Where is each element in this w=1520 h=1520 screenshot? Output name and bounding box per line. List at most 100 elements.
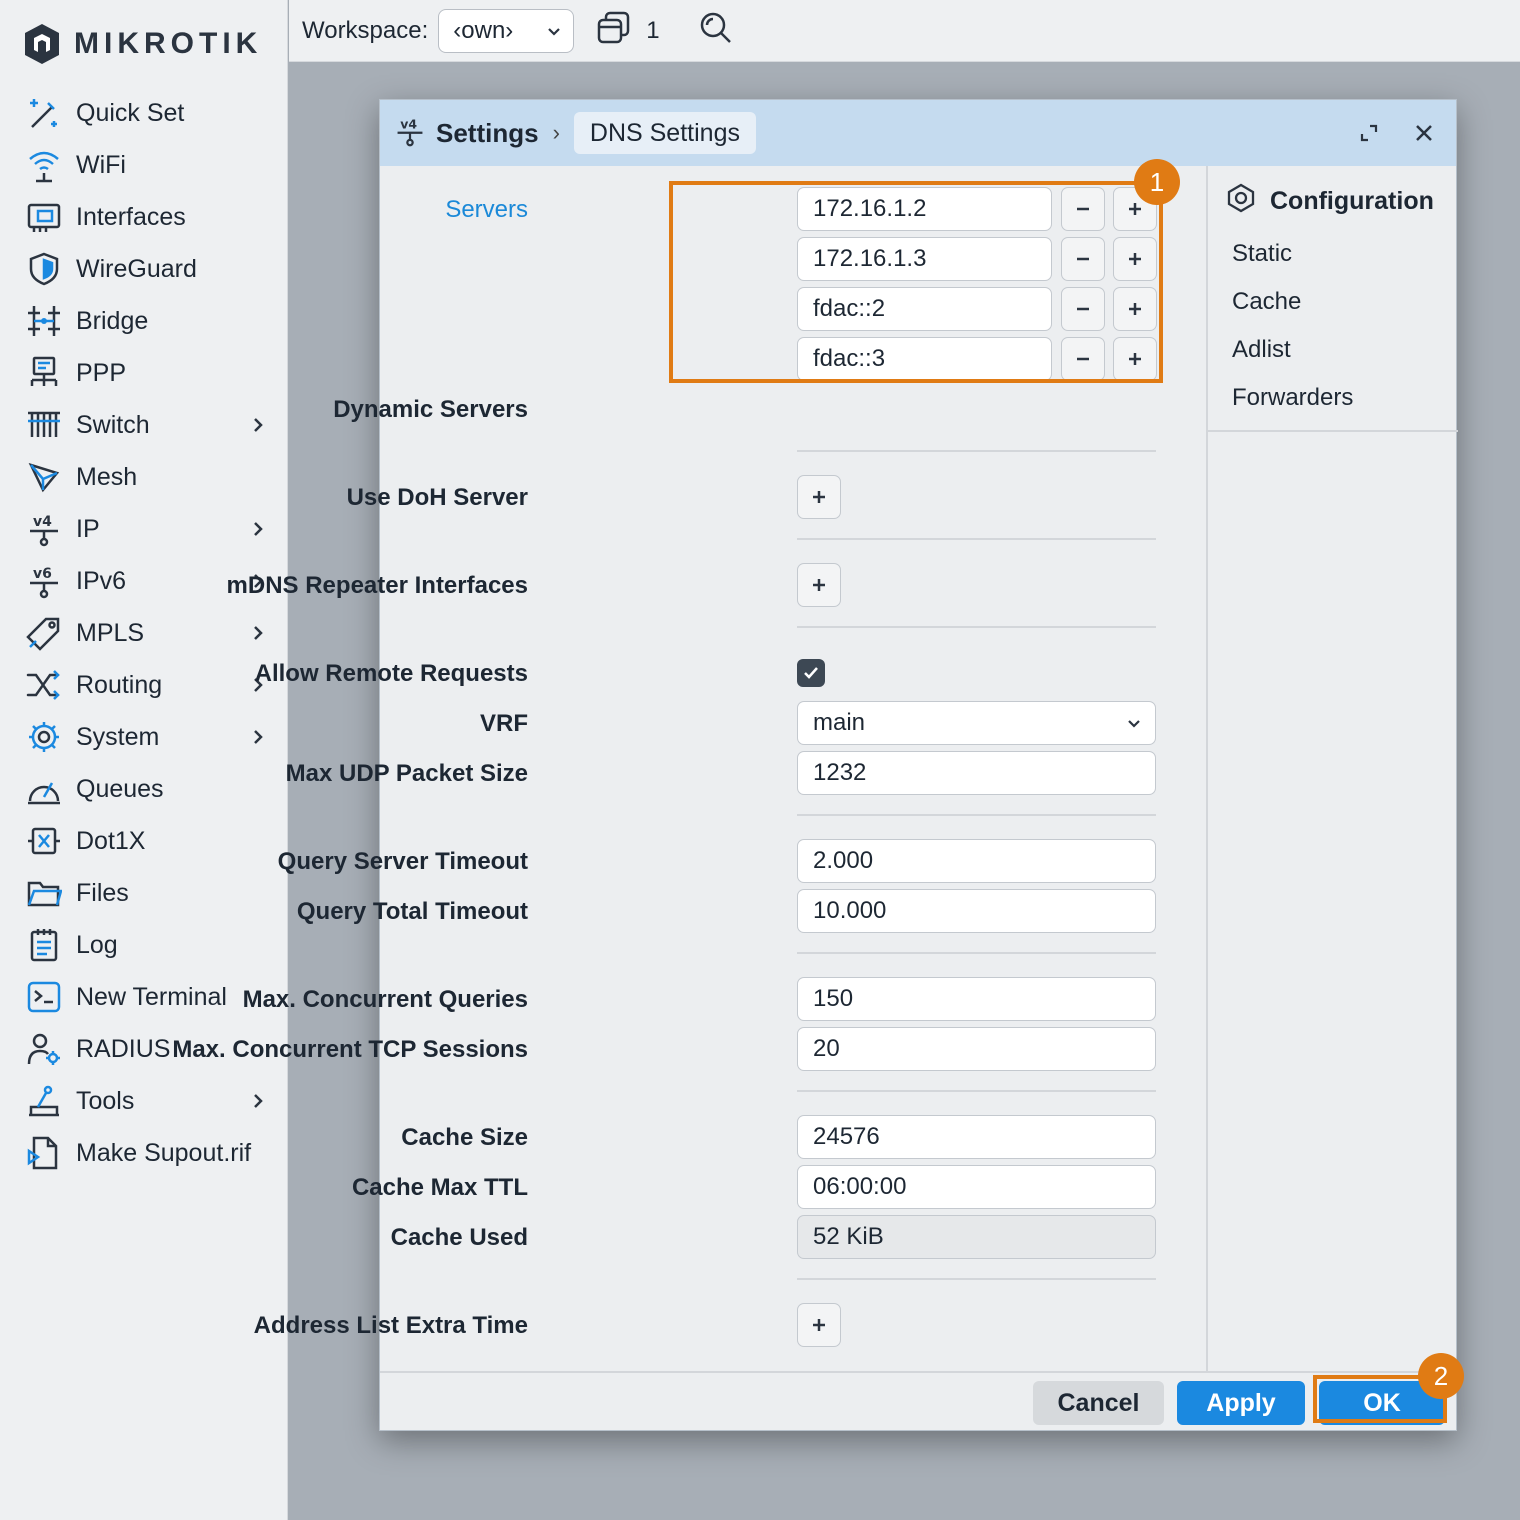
top-bar: Workspace: ‹own› 1 <box>289 0 1520 62</box>
sidebar-item-bridge[interactable]: Bridge <box>0 295 288 347</box>
sidebar-item-label: Tools <box>76 1086 135 1115</box>
server-input[interactable]: fdac::3 <box>797 337 1052 381</box>
divider <box>797 952 1156 954</box>
bridge-icon <box>24 301 64 341</box>
divider <box>797 814 1156 816</box>
dot1x-icon <box>24 821 64 861</box>
allow-remote-label: Allow Remote Requests <box>254 660 528 687</box>
expand-icon[interactable] <box>1353 117 1385 149</box>
dialog-header: v4 Settings › DNS Settings <box>380 100 1456 166</box>
server-input[interactable]: 172.16.1.3 <box>797 237 1052 281</box>
cache-used-label: Cache Used <box>390 1224 528 1251</box>
workspace-value: ‹own› <box>453 16 514 44</box>
max-concurrent-tcp-input[interactable]: 20 <box>797 1027 1156 1071</box>
workspace-label: Workspace: <box>302 16 429 44</box>
remove-server-button[interactable] <box>1061 287 1105 331</box>
file-play-icon <box>24 1133 64 1173</box>
config-link-cache[interactable]: Cache <box>1232 288 1301 316</box>
callout-badge-1: 1 <box>1134 159 1180 205</box>
max-concurrent-queries-label: Max. Concurrent Queries <box>242 986 528 1013</box>
search-icon[interactable] <box>698 10 734 51</box>
sidebar-item-label: PPP <box>76 358 127 387</box>
cache-max-ttl-label: Cache Max TTL <box>351 1174 528 1201</box>
cancel-button[interactable]: Cancel <box>1033 1381 1164 1425</box>
gear-icon <box>24 717 64 757</box>
vrf-select[interactable]: main <box>797 701 1156 745</box>
config-link-adlist[interactable]: Adlist <box>1232 336 1291 364</box>
max-udp-input[interactable]: 1232 <box>797 751 1156 795</box>
sidebar-item-wireguard[interactable]: WireGuard <box>0 243 288 295</box>
config-link-static[interactable]: Static <box>1232 240 1292 268</box>
max-concurrent-queries-input[interactable]: 150 <box>797 977 1156 1021</box>
add-mdns-interface-button[interactable] <box>797 563 841 607</box>
sidebar-item-label: WiFi <box>76 150 126 179</box>
sidebar-item-label: MPLS <box>76 618 145 647</box>
ipv6-icon: v6 <box>24 561 64 601</box>
breadcrumb-dns-settings[interactable]: DNS Settings <box>573 112 756 154</box>
cache-size-input[interactable]: 24576 <box>797 1115 1156 1159</box>
network-computer-icon <box>24 353 64 393</box>
query-total-timeout-input[interactable]: 10.000 <box>797 889 1156 933</box>
add-server-button[interactable] <box>1113 287 1157 331</box>
add-server-button[interactable] <box>1113 337 1157 381</box>
sidebar-item-log[interactable]: Log <box>0 919 288 971</box>
routing-arrows-icon <box>24 665 64 705</box>
switch-icon <box>24 405 64 445</box>
log-icon <box>24 925 64 965</box>
tag-icon <box>24 613 64 653</box>
allow-remote-checkbox[interactable] <box>797 659 825 687</box>
sidebar-item-mpls[interactable]: MPLS <box>0 607 288 659</box>
chevron-right-icon <box>254 522 263 536</box>
svg-text:v4: v4 <box>33 514 52 530</box>
ipv4-icon: v4 <box>394 113 426 154</box>
shield-icon <box>24 249 64 289</box>
workspace-select[interactable]: ‹own› <box>438 8 575 53</box>
ethernet-port-icon <box>24 197 64 237</box>
add-address-list-extra-time-button[interactable] <box>797 1303 841 1347</box>
magic-wand-icon <box>24 93 64 133</box>
add-doh-server-button[interactable] <box>797 475 841 519</box>
address-list-extra-time-label: Address List Extra Time <box>253 1312 528 1339</box>
wifi-icon <box>24 145 64 185</box>
cache-max-ttl-input[interactable]: 06:00:00 <box>797 1165 1156 1209</box>
tools-icon <box>24 1081 64 1121</box>
max-concurrent-tcp-label: Max. Concurrent TCP Sessions <box>172 1036 528 1063</box>
sidebar-item-label: WireGuard <box>76 254 197 283</box>
sidebar-item-label: Quick Set <box>76 98 185 127</box>
vrf-value: main <box>813 709 866 736</box>
mdns-label: mDNS Repeater Interfaces <box>226 572 528 599</box>
dns-form: Servers 172.16.1.2 172.16.1.3 fdac::2 fd… <box>172 166 1206 1371</box>
breadcrumb-settings[interactable]: Settings <box>436 118 539 149</box>
divider <box>797 1278 1156 1280</box>
query-server-timeout-input[interactable]: 2.000 <box>797 839 1156 883</box>
servers-label: Servers <box>445 196 528 223</box>
server-input[interactable]: fdac::2 <box>797 287 1052 331</box>
sidebar-item-ppp[interactable]: PPP <box>0 347 288 399</box>
server-input[interactable]: 172.16.1.2 <box>797 187 1052 231</box>
add-server-button[interactable] <box>1113 237 1157 281</box>
chevron-down-icon <box>548 27 561 36</box>
remove-server-button[interactable] <box>1061 187 1105 231</box>
sidebar-nav: Quick Set WiFi Interfaces WireGuard Brid… <box>0 87 288 1179</box>
sidebar-item-quick-set[interactable]: Quick Set <box>0 87 288 139</box>
remove-server-button[interactable] <box>1061 237 1105 281</box>
sidebar-item-label: Bridge <box>76 306 149 335</box>
chevron-right-icon <box>254 1094 263 1108</box>
divider <box>1208 430 1458 432</box>
windows-icon[interactable] <box>596 10 632 51</box>
apply-button[interactable]: Apply <box>1177 1381 1305 1425</box>
configuration-panel: Configuration Static Cache Adlist Forwar… <box>1206 166 1458 1371</box>
sidebar-item-wifi[interactable]: WiFi <box>0 139 288 191</box>
close-icon[interactable] <box>1408 117 1440 149</box>
config-link-forwarders[interactable]: Forwarders <box>1232 384 1353 412</box>
chevron-right-icon <box>254 626 263 640</box>
breadcrumb-separator: › <box>552 120 560 145</box>
sidebar-item-tools[interactable]: Tools <box>0 1075 288 1127</box>
remove-server-button[interactable] <box>1061 337 1105 381</box>
use-doh-label: Use DoH Server <box>346 484 528 511</box>
callout-badge-2: 2 <box>1418 1353 1464 1399</box>
mikrotik-logo[interactable]: MIKROTIK <box>22 22 262 66</box>
vrf-label: VRF <box>480 710 528 737</box>
folder-icon <box>24 873 64 913</box>
divider <box>797 626 1156 628</box>
